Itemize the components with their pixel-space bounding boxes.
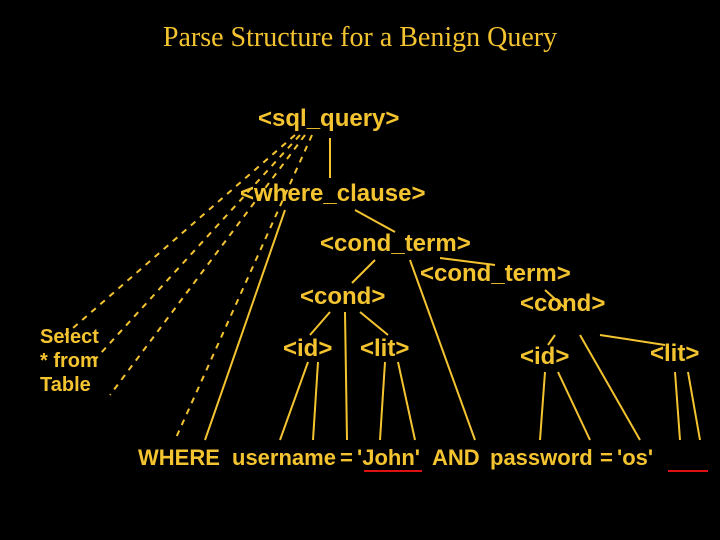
sql-os: 'os' [617,445,653,471]
sql-eq1: = [340,445,353,471]
sql-where: WHERE [138,445,220,471]
slide-root: Parse Structure for a Benign Query [0,0,720,540]
underline-os [668,470,708,472]
page-title: Parse Structure for a Benign Query [0,22,720,54]
node-lit-2: <lit> [650,340,699,368]
node-id-1: <id> [283,335,332,363]
node-cond-term-1: <cond_term> [320,230,471,258]
leaf-select-from-table: Select * from Table [40,325,99,397]
node-sql-query: <sql_query> [258,105,399,133]
node-cond-1: <cond> [300,283,385,311]
node-where-clause: <where_clause> [240,180,425,208]
sql-password: password [490,445,593,471]
sql-john: 'John' [357,445,420,471]
sql-and: AND [432,445,480,471]
sql-eq2: = [600,445,613,471]
node-lit-1: <lit> [360,335,409,363]
node-id-2: <id> [520,343,569,371]
node-cond-term-2: <cond_term> [420,260,571,288]
underline-john [364,470,422,472]
sql-username: username [232,445,336,471]
node-cond-2: <cond> [520,290,605,318]
